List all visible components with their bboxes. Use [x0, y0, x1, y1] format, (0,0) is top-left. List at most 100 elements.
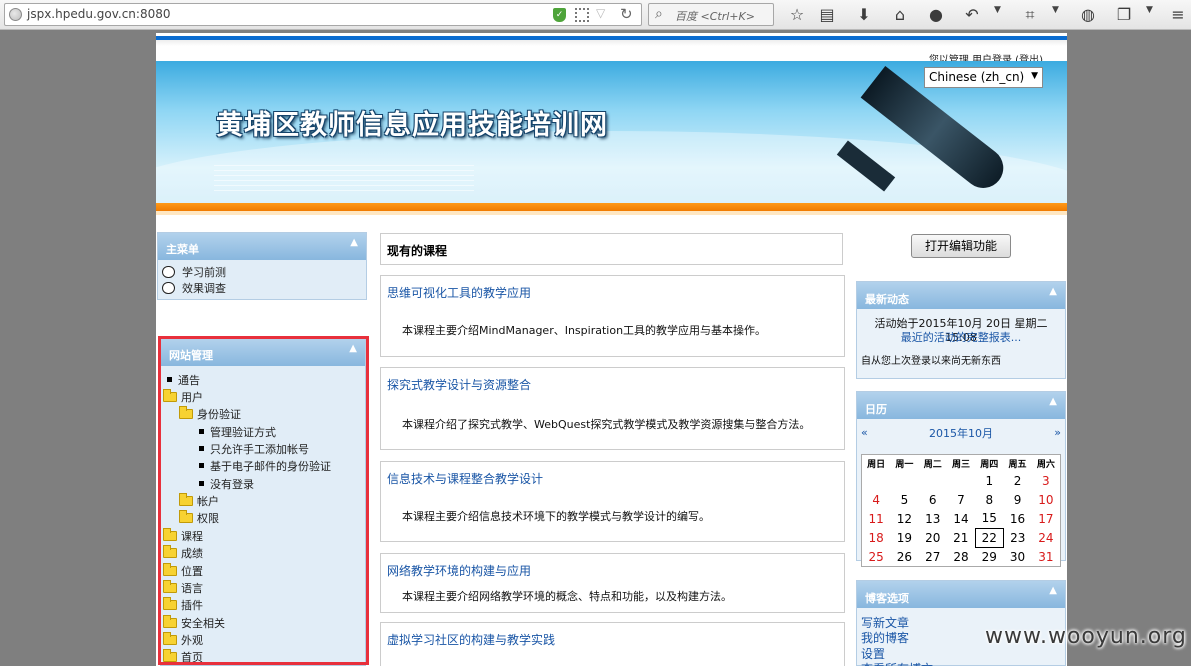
page-dropdown-icon[interactable]: ▼: [1146, 5, 1153, 15]
calendar-day[interactable]: 7: [947, 490, 975, 509]
toggle-editing-button[interactable]: 打开编辑功能: [911, 234, 1011, 258]
banner-fine-text: [214, 165, 474, 195]
bookmark-star-icon[interactable]: ☆: [786, 4, 808, 26]
next-month-link[interactable]: »: [1054, 426, 1061, 439]
calendar-table: 周日 周一 周二 周三 周四 周五 周六 1 2 3 4 5 6 7 8 9 10 11 12 13 14 15 16 17 1…: [862, 455, 1060, 566]
reading-list-icon[interactable]: ▤: [816, 4, 838, 26]
calendar-day[interactable]: 31: [1032, 547, 1060, 566]
download-icon[interactable]: ⬇: [853, 4, 875, 26]
menu-item-label[interactable]: 学习前测: [182, 266, 226, 279]
calendar-day[interactable]: 17: [1032, 509, 1060, 528]
calendar-month[interactable]: 2015年10月: [857, 425, 1065, 441]
collapse-icon[interactable]: ▲: [1049, 396, 1057, 407]
blog-options-block: 博客选项 ▲ 写新文章 我的博客 设置 查看所有博文: [856, 580, 1066, 666]
main-menu-header: 主菜单 ▲: [158, 233, 366, 260]
qr-code-icon[interactable]: [575, 8, 589, 22]
calendar-day[interactable]: 16: [1003, 509, 1031, 528]
course-link[interactable]: 网络教学环境的构建与应用: [387, 562, 531, 579]
page-icon[interactable]: ❐: [1113, 4, 1135, 26]
crop-icon[interactable]: ⌗: [1019, 4, 1041, 26]
site-title: 黄埔区教师信息应用技能培训网: [216, 110, 608, 141]
calendar-weekday: 周六: [1036, 459, 1055, 470]
url-text[interactable]: jspx.hpedu.gov.cn:8080: [27, 7, 171, 21]
course-description: 本课程介绍了探究式教学、WebQuest探究式教学模式及教学资源搜集与整合方法。: [402, 418, 811, 431]
course-description: 本课程主要介绍网络教学环境的概念、特点和功能，以及构建方法。: [402, 590, 732, 603]
calendar-day[interactable]: 1: [975, 471, 1003, 490]
undo-dropdown-icon[interactable]: ▼: [994, 5, 1001, 15]
courses-heading: 现有的课程: [380, 233, 843, 265]
menu-item-label[interactable]: 效果调查: [182, 282, 226, 295]
calendar-day[interactable]: 19: [890, 528, 918, 547]
course-link[interactable]: 虚拟学习社区的构建与教学实践: [387, 631, 555, 648]
calendar-day[interactable]: 30: [1003, 547, 1031, 566]
calendar-day[interactable]: 21: [947, 528, 975, 547]
calendar-day[interactable]: 3: [1032, 471, 1060, 490]
blog-view-all-link[interactable]: 查看所有博文: [861, 660, 933, 666]
undo-icon[interactable]: ↶: [961, 4, 983, 26]
course-description: 本课程主要介绍MindManager、Inspiration工具的教学应用与基本…: [402, 324, 767, 337]
calendar-day[interactable]: 8: [975, 490, 1003, 509]
calendar-day: [890, 471, 918, 490]
globe-icon: [9, 8, 22, 21]
comment-icon[interactable]: ◍: [1077, 4, 1099, 26]
calendar-day[interactable]: 15: [975, 509, 1003, 528]
calendar-day[interactable]: 26: [890, 547, 918, 566]
collapse-icon[interactable]: ▲: [1049, 286, 1057, 297]
browser-toolbar: jspx.hpedu.gov.cn:8080 ✓ ▽ ↻ ⌕ 百度 <Ctrl+…: [0, 0, 1191, 30]
calendar-day[interactable]: 23: [1003, 528, 1031, 547]
reload-icon[interactable]: ↻: [620, 5, 633, 23]
speech-bubble-icon: [162, 266, 175, 278]
course-card: 探究式教学设计与资源整合 本课程介绍了探究式教学、WebQuest探究式教学模式…: [380, 367, 845, 450]
course-card: 虚拟学习社区的构建与教学实践: [380, 622, 845, 666]
calendar-day: [862, 471, 890, 490]
calendar-day[interactable]: 13: [919, 509, 947, 528]
calendar-day[interactable]: 22: [974, 527, 1004, 548]
search-box[interactable]: ⌕ 百度 <Ctrl+K>: [648, 3, 774, 26]
address-bar[interactable]: jspx.hpedu.gov.cn:8080 ✓ ▽ ↻: [4, 3, 642, 26]
menu-item-pretest[interactable]: 学习前测: [158, 265, 366, 281]
calendar-day[interactable]: 27: [919, 547, 947, 566]
search-placeholder: 百度 <Ctrl+K>: [675, 10, 755, 23]
collapse-icon[interactable]: ▲: [350, 237, 358, 248]
calendar-day[interactable]: 12: [890, 509, 918, 528]
menu-item-survey[interactable]: 效果调查: [158, 281, 366, 297]
calendar-weekday: 周三: [951, 459, 970, 470]
recent-activity-title: 最新动态: [865, 293, 909, 306]
calendar-day[interactable]: 4: [862, 490, 890, 509]
calendar-day[interactable]: 18: [862, 528, 890, 547]
security-shield-icon[interactable]: ✓: [553, 8, 566, 22]
calendar-day[interactable]: 9: [1003, 490, 1031, 509]
calendar-day[interactable]: 6: [919, 490, 947, 509]
calendar-day[interactable]: 29: [975, 547, 1003, 566]
calendar-day[interactable]: 20: [919, 528, 947, 547]
language-value: Chinese (zh_cn): [929, 70, 1025, 84]
course-card: 思维可视化工具的教学应用 本课程主要介绍MindManager、Inspirat…: [380, 275, 845, 357]
calendar-day[interactable]: 11: [862, 509, 890, 528]
full-report-link[interactable]: 最近的活动的完整报表...: [857, 329, 1065, 345]
calendar-day[interactable]: 10: [1032, 490, 1060, 509]
calendar-day[interactable]: 24: [1032, 528, 1060, 547]
course-link[interactable]: 信息技术与课程整合教学设计: [387, 470, 543, 487]
collapse-icon[interactable]: ▲: [1049, 585, 1057, 596]
menu-icon[interactable]: ≡: [1167, 4, 1189, 26]
calendar-day[interactable]: 5: [890, 490, 918, 509]
blog-options-header: 博客选项 ▲: [857, 581, 1065, 608]
calendar-day[interactable]: 28: [947, 547, 975, 566]
recent-activity-block: 最新动态 ▲ 活动始于2015年10月 20日 星期二 15:08 最近的活动的…: [856, 281, 1066, 379]
language-select[interactable]: Chinese (zh_cn) ▼: [924, 67, 1043, 88]
calendar-day[interactable]: 14: [947, 509, 975, 528]
course-link[interactable]: 探究式教学设计与资源整合: [387, 376, 531, 393]
watermark-text: www.wooyun.org: [985, 624, 1187, 649]
course-card: 网络教学环境的构建与应用 本课程主要介绍网络教学环境的概念、特点和功能，以及构建…: [380, 553, 845, 613]
speech-bubble-icon: [162, 282, 175, 294]
dropdown-arrow-icon[interactable]: ▽: [596, 6, 605, 20]
course-link[interactable]: 思维可视化工具的教学应用: [387, 284, 531, 301]
home-icon[interactable]: ⌂: [889, 4, 911, 26]
activity-nothing: 自从您上次登录以来尚无新东西: [861, 356, 1001, 367]
blog-my-entries-link[interactable]: 我的博客: [861, 629, 909, 646]
main-menu-title: 主菜单: [166, 243, 199, 256]
chat-icon[interactable]: ●: [925, 4, 947, 26]
calendar-day[interactable]: 2: [1003, 471, 1031, 490]
calendar-day[interactable]: 25: [862, 547, 890, 566]
crop-dropdown-icon[interactable]: ▼: [1052, 5, 1059, 15]
